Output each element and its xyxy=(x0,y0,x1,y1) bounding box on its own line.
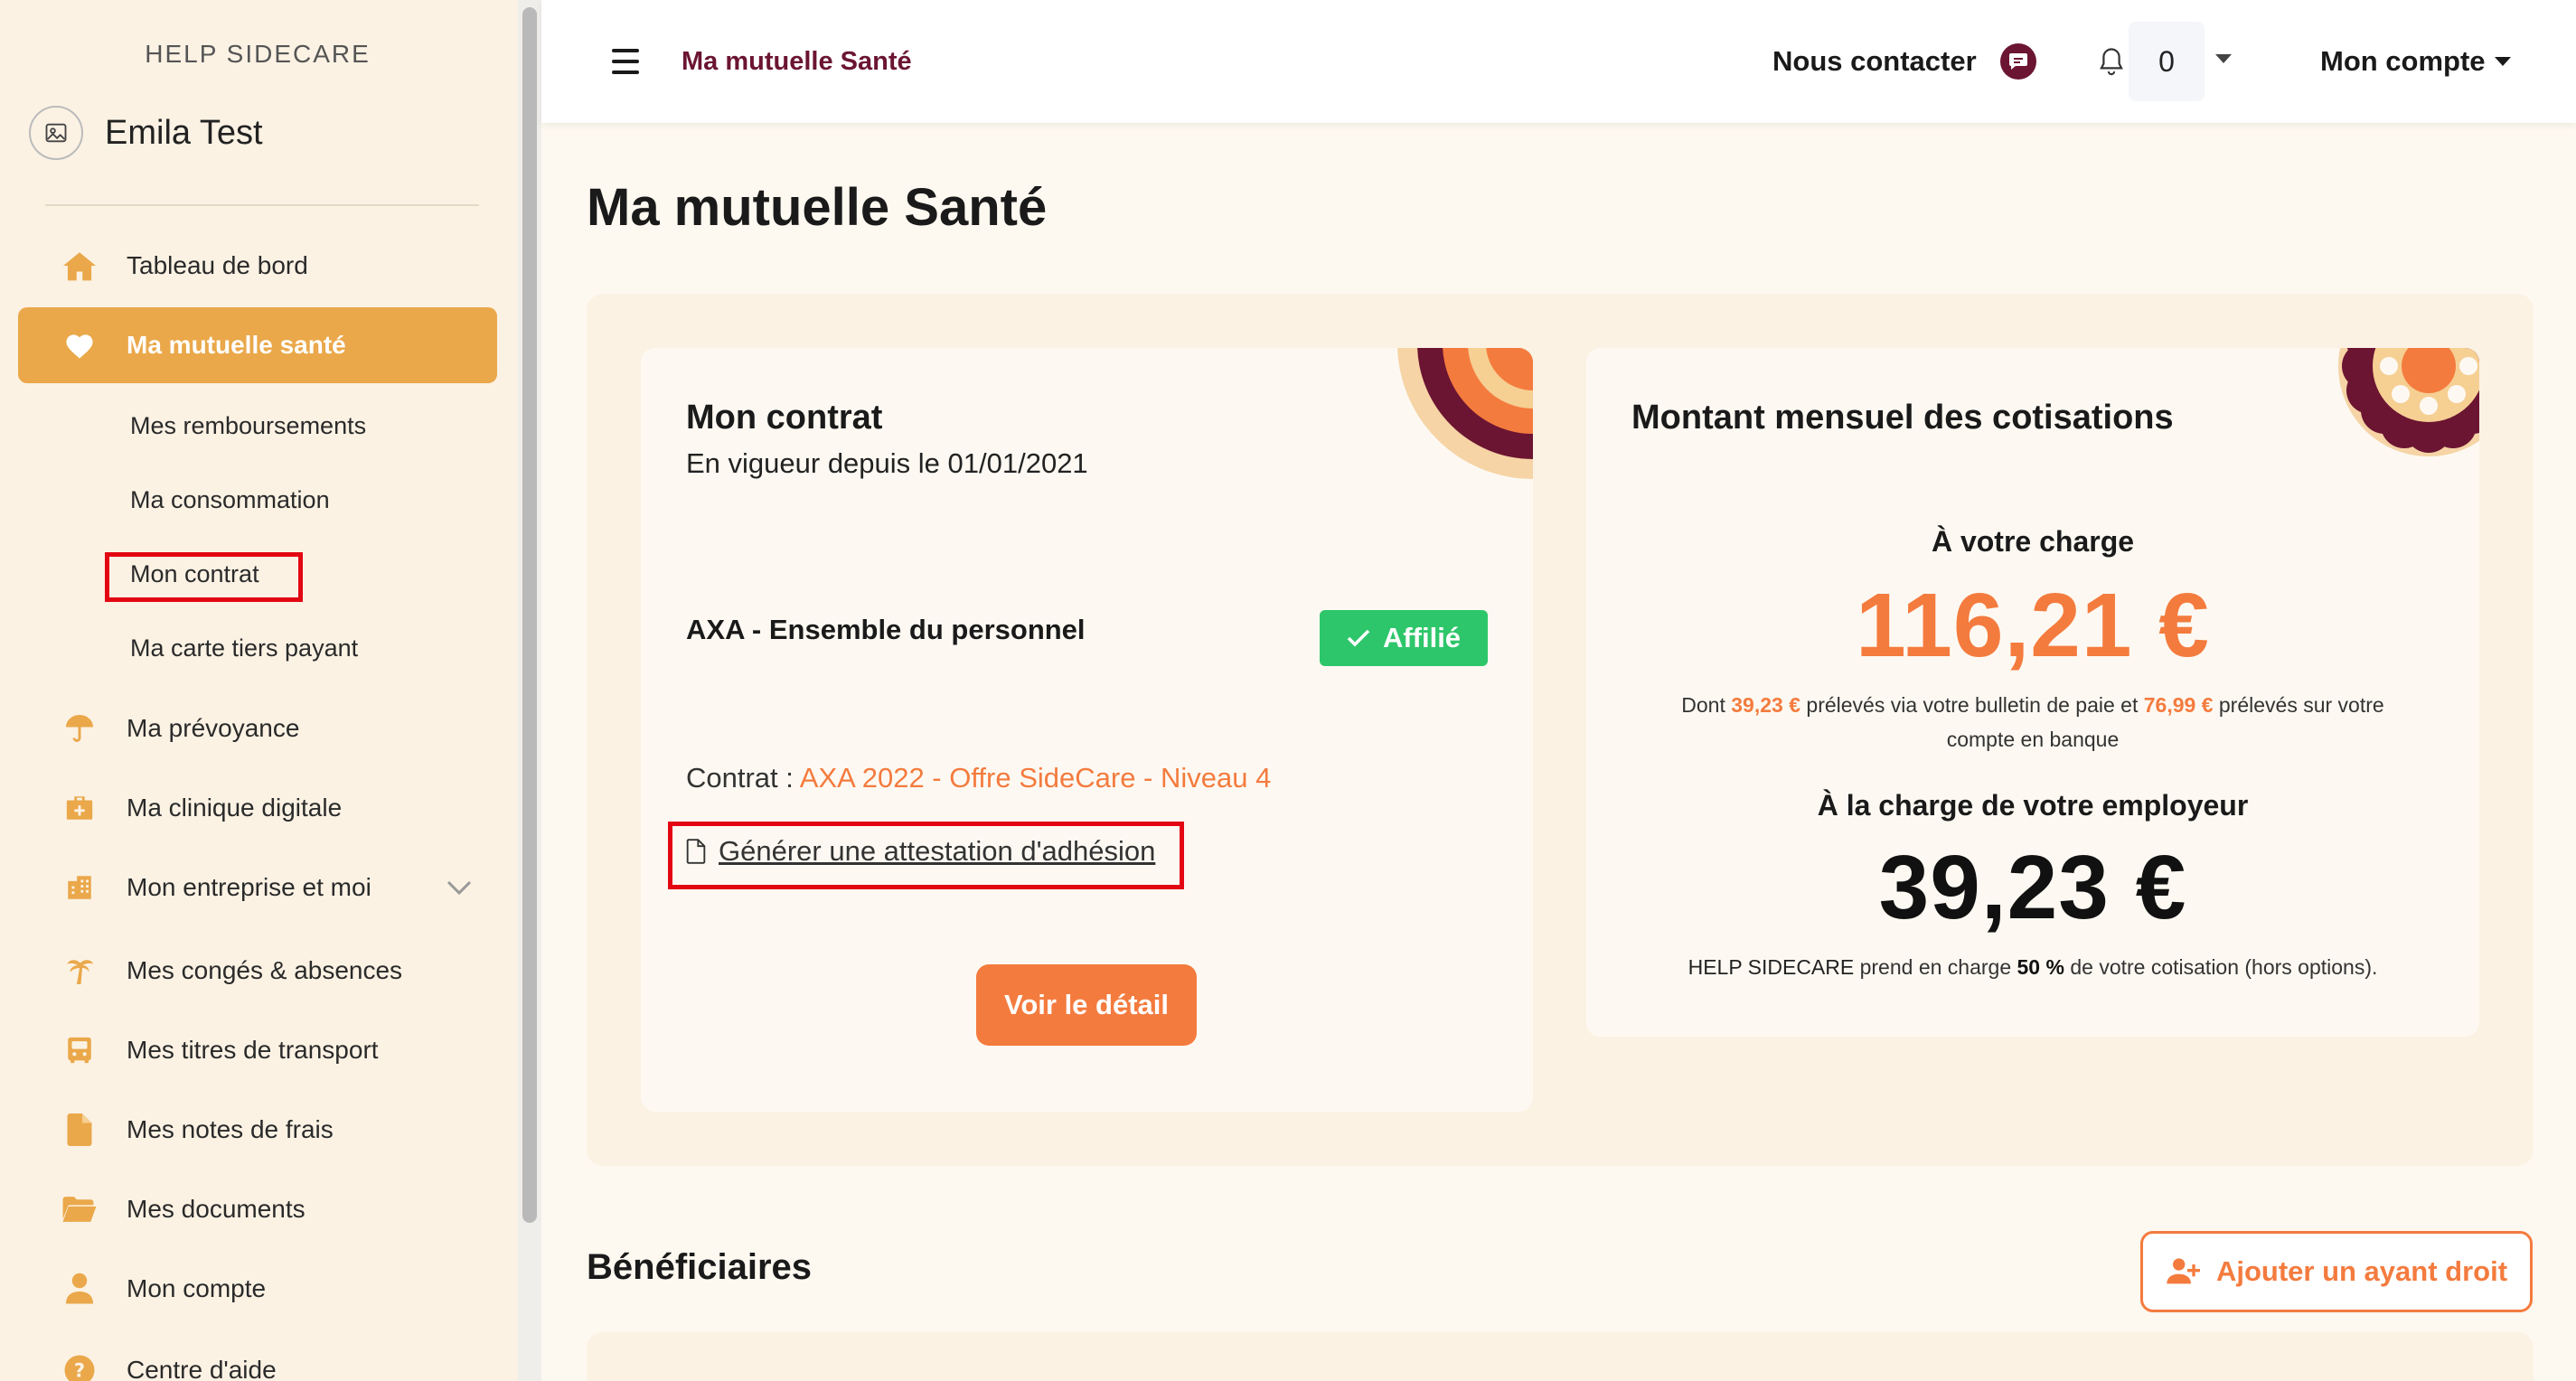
sidebar-item-label: Mes documents xyxy=(127,1195,306,1223)
bell-icon[interactable] xyxy=(2093,43,2129,80)
employer-charge-heading: À la charge de votre employeur xyxy=(1817,789,2249,822)
contract-effective-date: En vigueur depuis le 01/01/2021 xyxy=(686,447,1088,479)
organization-name: HELP SIDECARE xyxy=(145,40,371,68)
menu-toggle-icon[interactable] xyxy=(612,49,639,74)
highlight-box-mon-contrat xyxy=(105,552,303,602)
svg-text:?: ? xyxy=(74,1360,85,1381)
sidebar: HELP SIDECARE Emila Test Tableau de bord… xyxy=(0,0,518,1381)
sidebar-item-label: Mes notes de frais xyxy=(127,1115,334,1143)
sidebar-item-clinique-digitale[interactable]: Ma clinique digitale xyxy=(18,770,497,846)
sidebar-item-transport[interactable]: Mes titres de transport xyxy=(18,1012,497,1088)
top-bar: Ma mutuelle Santé Nous contacter 0 Mon c… xyxy=(541,0,2576,123)
sidebar-item-label: Ma clinique digitale xyxy=(127,794,343,822)
status-badge: Affilié xyxy=(1320,610,1488,666)
bank-amount: 76,99 € xyxy=(2143,693,2214,717)
sidebar-item-mutuelle-sante[interactable]: Ma mutuelle santé xyxy=(18,307,497,383)
sidebar-item-entreprise[interactable]: Mon entreprise et moi xyxy=(18,850,497,925)
chat-icon xyxy=(1999,43,2036,80)
employer-charge-note: HELP SIDECARE prend en charge 50 % de vo… xyxy=(1586,950,2479,984)
notification-dropdown-caret-icon[interactable] xyxy=(2215,54,2232,63)
sidebar-item-label: Mon compte xyxy=(127,1274,267,1302)
employee-charge-amount: 116,21 € xyxy=(1856,575,2210,676)
check-icon xyxy=(1347,629,1370,647)
image-icon xyxy=(45,123,67,143)
sidebar-item-label: Tableau de bord xyxy=(127,251,308,279)
account-label: Mon compte xyxy=(2320,45,2486,77)
add-user-icon xyxy=(2167,1258,2200,1284)
heart-icon xyxy=(61,327,98,363)
contract-reference-value: AXA 2022 - Offre SideCare - Niveau 4 xyxy=(799,762,1272,794)
contribution-title: Montant mensuel des cotisations xyxy=(1631,399,2174,437)
sidebar-item-label: Ma mutuelle santé xyxy=(127,331,346,359)
add-beneficiary-button[interactable]: Ajouter un ayant droit xyxy=(2140,1231,2533,1312)
sidebar-item-tableau-de-bord[interactable]: Tableau de bord xyxy=(18,228,497,304)
contact-button[interactable]: Nous contacter xyxy=(1772,43,2036,80)
sidebar-item-label: Centre d'aide xyxy=(127,1356,277,1381)
sidebar-item-mon-compte[interactable]: Mon compte xyxy=(18,1251,497,1327)
decorative-sunburst-icon xyxy=(1397,348,1533,479)
sidebar-item-label: Mes congés & absences xyxy=(127,956,403,984)
employer-charge-amount: 39,23 € xyxy=(1878,837,2187,938)
highlight-box-generate-certificate xyxy=(668,822,1184,889)
account-menu[interactable]: Mon compte xyxy=(2320,45,2511,78)
employer-note-end: de votre cotisation (hors options). xyxy=(2070,955,2378,979)
sidebar-item-notes-de-frais[interactable]: Mes notes de frais xyxy=(18,1092,497,1168)
payroll-amount: 39,23 € xyxy=(1731,693,1801,717)
sidebar-subitem-consommation[interactable]: Ma consommation xyxy=(130,486,330,514)
bus-icon xyxy=(61,1032,98,1068)
sidebar-item-centre-aide[interactable]: ? Centre d'aide xyxy=(18,1332,497,1381)
user-name: Emila Test xyxy=(105,113,263,152)
contract-reference-label: Contrat : xyxy=(686,762,794,794)
contract-title: Mon contrat xyxy=(686,399,883,437)
chevron-down-icon[interactable] xyxy=(441,869,477,906)
employer-note-mid: prend en charge xyxy=(1859,955,2012,979)
employee-charge-breakdown: Dont 39,23 € prélevés via votre bulletin… xyxy=(1586,688,2479,756)
sidebar-item-label: Ma prévoyance xyxy=(127,714,300,742)
sidebar-subitem-carte-tiers-payant[interactable]: Ma carte tiers payant xyxy=(130,634,358,662)
breadcrumb: Ma mutuelle Santé xyxy=(682,47,912,76)
sidebar-item-conges[interactable]: Mes congés & absences xyxy=(18,933,497,1009)
sidebar-divider xyxy=(45,204,479,206)
contract-card: Mon contrat En vigueur depuis le 01/01/2… xyxy=(641,348,1533,1112)
status-badge-label: Affilié xyxy=(1382,622,1462,653)
add-beneficiary-label: Ajouter un ayant droit xyxy=(2215,1255,2508,1287)
user-icon xyxy=(61,1271,98,1307)
breakdown-line2: compte en banque xyxy=(1946,728,2120,751)
avatar[interactable] xyxy=(29,106,83,160)
sidebar-scrollbar-thumb[interactable] xyxy=(522,7,537,1223)
employee-charge-heading: À votre charge xyxy=(1931,525,2135,558)
home-icon xyxy=(61,248,98,284)
beneficiaries-panel xyxy=(587,1332,2534,1381)
palm-tree-icon xyxy=(61,953,98,989)
breakdown-suffix: prélevés sur votre xyxy=(2218,693,2384,717)
notification-count[interactable]: 0 xyxy=(2129,22,2205,101)
beneficiaries-title: Bénéficiaires xyxy=(587,1247,813,1287)
contract-reference: Contrat : AXA 2022 - Offre SideCare - Ni… xyxy=(686,762,1271,794)
sidebar-item-label: Mes titres de transport xyxy=(127,1036,379,1064)
medical-kit-icon xyxy=(61,790,98,826)
building-icon xyxy=(61,869,98,906)
help-icon: ? xyxy=(61,1352,98,1381)
user-profile[interactable]: Emila Test xyxy=(29,106,263,160)
employer-percent: 50 % xyxy=(2017,955,2064,979)
file-icon xyxy=(61,1112,98,1148)
page-title: Ma mutuelle Santé xyxy=(587,178,1048,237)
sidebar-subitem-remboursements[interactable]: Mes remboursements xyxy=(130,412,366,440)
contract-plan-name: AXA - Ensemble du personnel xyxy=(686,614,1086,645)
contribution-card: Montant mensuel des cotisations À votre … xyxy=(1586,348,2479,1037)
contact-label: Nous contacter xyxy=(1772,45,1977,77)
breakdown-mid: prélevés via votre bulletin de paie et xyxy=(1806,693,2139,717)
sidebar-item-label: Mon entreprise et moi xyxy=(127,873,371,901)
view-detail-button[interactable]: Voir le détail xyxy=(976,964,1197,1046)
folder-icon xyxy=(61,1191,98,1227)
sidebar-item-prevoyance[interactable]: Ma prévoyance xyxy=(18,690,497,766)
umbrella-icon xyxy=(61,710,98,747)
breakdown-prefix: Dont xyxy=(1681,693,1725,717)
decorative-flower-icon xyxy=(2338,348,2479,456)
sidebar-item-documents[interactable]: Mes documents xyxy=(18,1171,497,1247)
employer-org-name: HELP SIDECARE xyxy=(1688,955,1855,979)
caret-down-icon xyxy=(2494,57,2511,66)
